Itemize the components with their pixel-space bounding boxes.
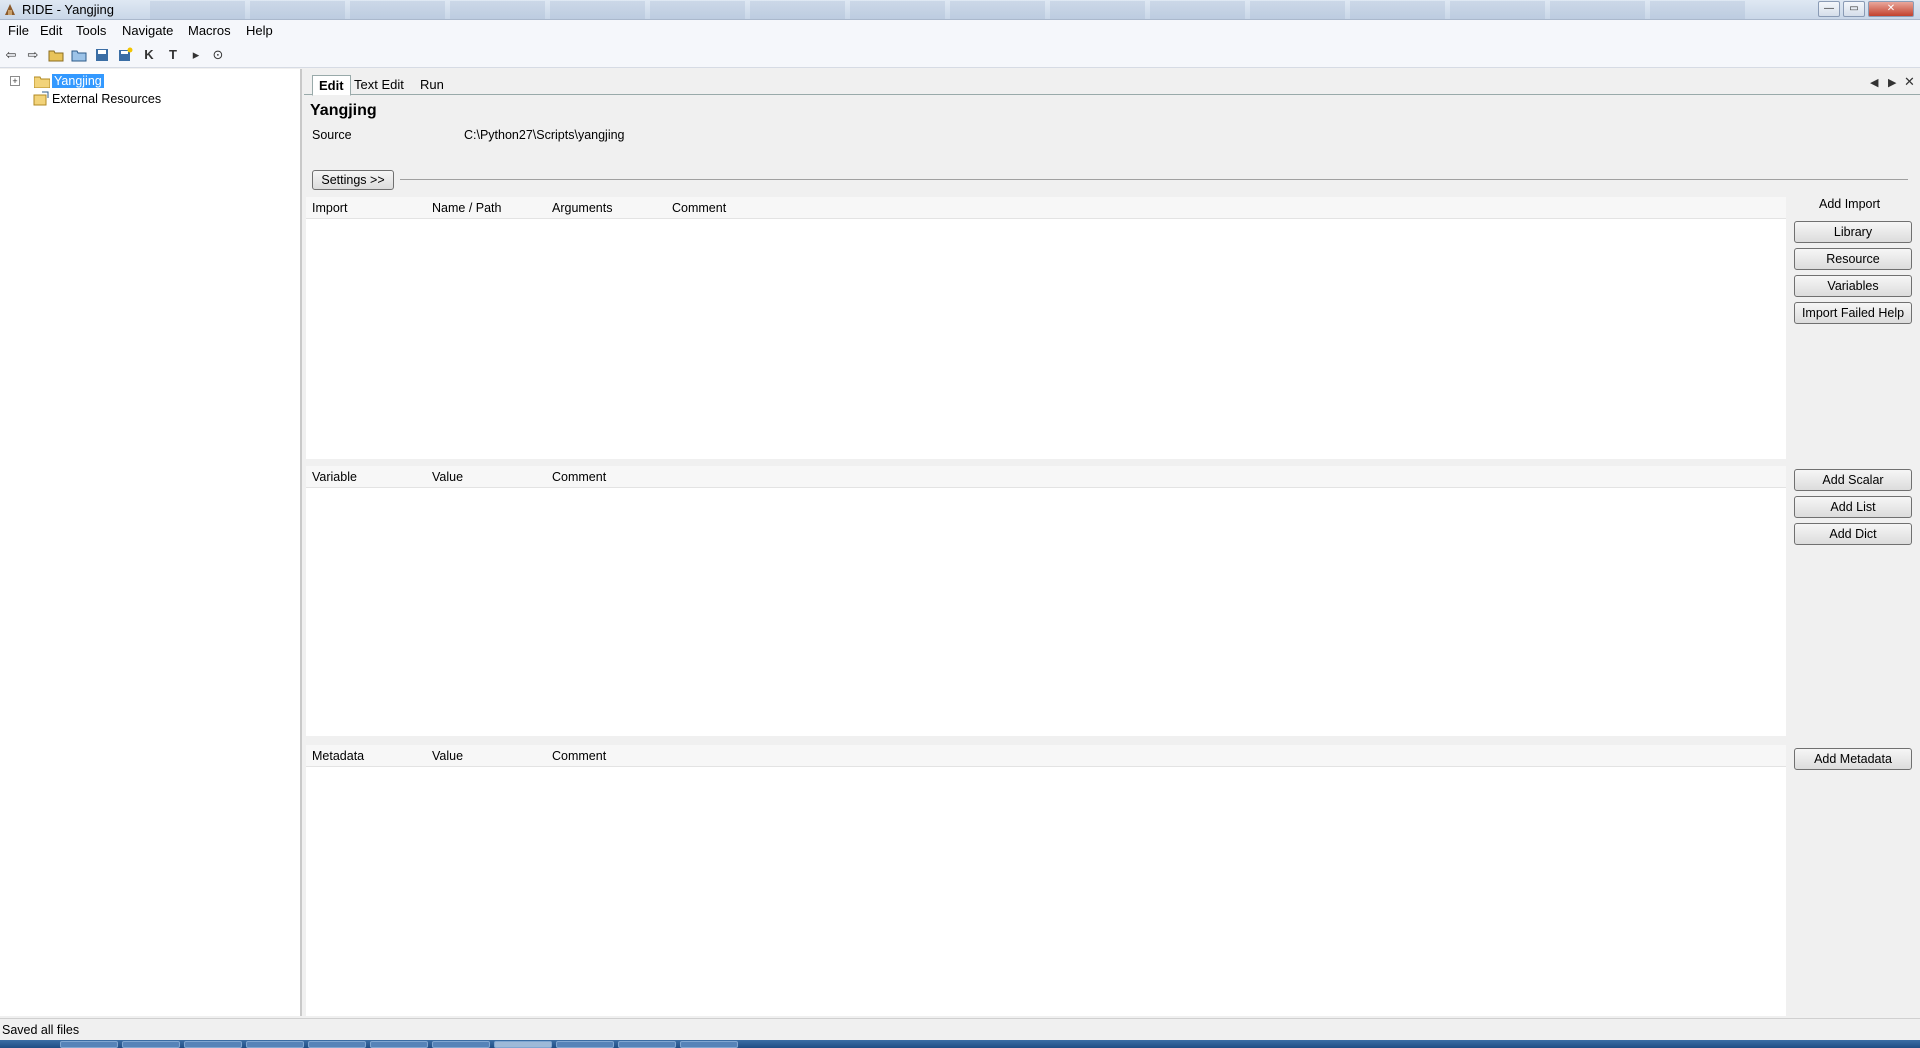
column-header: Comment [552,749,607,763]
tab-scroll-left-icon[interactable]: ◀ [1870,76,1878,89]
taskbar-item[interactable] [184,1041,242,1048]
page-title: Yangjing [310,102,377,119]
add-resource-button[interactable]: Resource [1794,248,1912,270]
add-scalar-button[interactable]: Add Scalar [1794,469,1912,491]
tab-close-icon[interactable]: ✕ [1904,74,1915,90]
tree-node-yangjing[interactable]: Yangjing [52,74,104,88]
menu-help[interactable]: Help [246,23,273,38]
menu-bar: File Edit Tools Navigate Macros Help [0,20,1920,42]
column-header: Name / Path [432,201,502,215]
maximize-button[interactable]: ▭ [1843,1,1865,17]
expand-toggle[interactable]: + [10,76,20,86]
save-icon[interactable] [94,47,110,63]
status-text: Saved all files [2,1023,80,1037]
column-header: Comment [552,470,607,484]
import-failed-help-button[interactable]: Import Failed Help [1794,302,1912,324]
title-bar: RIDE - Yangjing — ▭ ✕ [0,0,1920,20]
taskbar-item[interactable] [122,1041,180,1048]
save-all-icon[interactable] [117,47,133,63]
tab-run[interactable]: Run [414,75,450,96]
open-folder-icon[interactable] [48,47,64,63]
keyword-search-icon[interactable]: K [141,47,157,63]
taskbar-item[interactable] [308,1041,366,1048]
source-path: C:\Python27\Scripts\yangjing [464,128,625,142]
column-header: Value [432,470,464,484]
variable-table[interactable]: Variable Value Comment [306,466,1786,736]
close-button[interactable]: ✕ [1868,1,1914,17]
add-library-button[interactable]: Library [1794,221,1912,243]
taskbar-item[interactable] [680,1041,738,1048]
menu-navigate[interactable]: Navigate [122,23,173,38]
status-bar: Saved all files [0,1018,1920,1040]
menu-tools[interactable]: Tools [76,23,106,38]
taskbar-item-active[interactable] [494,1041,552,1048]
stop-icon[interactable]: ⊙ [210,47,226,63]
menu-macros[interactable]: Macros [188,23,231,38]
variable-table-header: Variable Value Comment [306,466,1786,488]
forward-arrow-icon[interactable]: ⇨ [25,47,41,63]
taskbar-item[interactable] [618,1041,676,1048]
add-variables-button[interactable]: Variables [1794,275,1912,297]
toolbar: ⇦ ⇨ K T ▸ ⊙ [0,42,1920,68]
taskbar-item[interactable] [432,1041,490,1048]
editor-panel: Edit Text Edit Run ◀ ▶ ✕ Yangjing Source… [304,69,1920,1016]
import-table-header: Import Name / Path Arguments Comment [306,197,1786,219]
folder-icon [34,76,50,88]
open-directory-icon[interactable] [71,47,87,63]
menu-edit[interactable]: Edit [40,23,62,38]
window-title: RIDE - Yangjing [22,2,115,17]
import-table[interactable]: Import Name / Path Arguments Comment [306,197,1786,459]
tab-edit[interactable]: Edit [312,75,351,96]
add-list-button[interactable]: Add List [1794,496,1912,518]
taskbar-item[interactable] [370,1041,428,1048]
column-header: Variable [312,470,357,484]
external-resources-icon [33,91,49,106]
add-dict-button[interactable]: Add Dict [1794,523,1912,545]
background-taskbar-strip [150,1,1750,19]
ride-app-icon [5,4,15,15]
add-metadata-button[interactable]: Add Metadata [1794,748,1912,770]
back-arrow-icon[interactable]: ⇦ [3,47,19,63]
taskbar-item[interactable] [246,1041,304,1048]
column-header: Arguments [552,201,613,215]
tab-scroll-right-icon[interactable]: ▶ [1888,76,1896,89]
taskbar-item[interactable] [556,1041,614,1048]
metadata-table-header: Metadata Value Comment [306,745,1786,767]
minimize-button[interactable]: — [1818,1,1840,17]
column-header: Comment [672,201,727,215]
settings-divider [400,179,1908,180]
column-header: Value [432,749,464,763]
add-import-label: Add Import [1819,197,1881,211]
column-header: Import [312,201,348,215]
settings-button[interactable]: Settings >> [312,170,394,190]
tab-text-edit[interactable]: Text Edit [348,75,410,96]
taskbar-item[interactable] [60,1041,118,1048]
tree-node-external-resources[interactable]: External Resources [52,92,161,106]
metadata-table[interactable]: Metadata Value Comment [306,745,1786,1016]
menu-file[interactable]: File [8,23,29,38]
editor-tabs: Edit Text Edit Run ◀ ▶ ✕ [304,73,1920,96]
column-header: Metadata [312,749,365,763]
project-tree: + Yangjing External Resources [0,69,302,1016]
source-label: Source [312,128,352,142]
run-icon[interactable]: ▸ [188,47,204,63]
test-search-icon[interactable]: T [165,47,181,63]
os-taskbar [0,1040,1920,1048]
